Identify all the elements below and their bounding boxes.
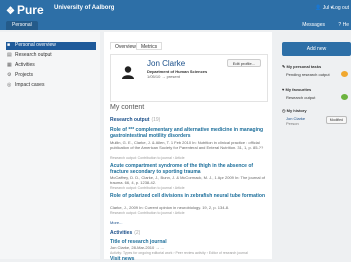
- research-output-meta: Mullin, G. E., Clarke, J. & Allen, T. 1 …: [110, 140, 264, 150]
- gear-icon: ⚙: [7, 72, 12, 78]
- profile-since: 1/05/10 → present: [147, 74, 180, 79]
- activity-status: Activity: Types for ongoing editorial wo…: [110, 251, 248, 255]
- research-output-status: Research output: Contribution to journal…: [110, 156, 185, 160]
- research-output-title[interactable]: Acute compartment syndrome of the thigh …: [110, 163, 270, 175]
- activity-title[interactable]: Visit news: [110, 256, 270, 262]
- sidebar-item-impact-cases[interactable]: ◎ Impact cases: [6, 82, 96, 90]
- favourites-heading: ♥ My favourites: [282, 87, 311, 92]
- sidebar: ■ Personal overview ▤ Research output ▦ …: [0, 32, 100, 259]
- sidebar-item-label: Research output: [15, 52, 52, 58]
- more-link[interactable]: More...: [110, 220, 122, 225]
- university-name: University of Aalborg: [54, 5, 115, 11]
- activities-heading[interactable]: Activities (2): [110, 230, 140, 236]
- profile-card: Jon Clarke Department of Human Sciences …: [110, 54, 268, 102]
- heart-icon: ♥: [282, 87, 285, 92]
- right-panel: Add new ✎ My personal tasks Pending rese…: [276, 32, 351, 259]
- document-icon: ▤: [7, 52, 12, 58]
- history-heading: ◷ My history: [282, 108, 307, 113]
- sidebar-item-label: Projects: [15, 72, 34, 78]
- logo-text: Pure: [16, 3, 44, 17]
- target-icon: ◎: [7, 82, 12, 88]
- calendar-icon: ▦: [7, 62, 12, 68]
- add-new-button[interactable]: Add new: [282, 42, 351, 56]
- sidebar-item-activities[interactable]: ▦ Activities: [6, 62, 96, 70]
- personal-tasks-label: My personal tasks: [286, 64, 322, 69]
- user-icon: 👤: [315, 5, 322, 11]
- clock-icon: ◷: [282, 108, 286, 113]
- profile-name[interactable]: Jon Clarke: [147, 59, 185, 68]
- status-badge: [341, 94, 348, 100]
- activity-meta: Jon Clarke, 28-Mar-2010 → ...: [110, 245, 164, 250]
- logout-link[interactable]: Log out: [332, 5, 349, 11]
- research-output-meta: McCaffrey, D. D., Clarke, J., Bunn, J. &…: [110, 175, 265, 185]
- section-title-label: Activities: [110, 230, 133, 236]
- sidebar-item-label: Impact cases: [15, 82, 45, 88]
- favourites-label: My favourites: [285, 87, 312, 92]
- my-content-heading: My content: [110, 104, 145, 111]
- tab-metrics[interactable]: Metrics: [136, 42, 163, 50]
- personal-tasks-heading: ✎ My personal tasks: [282, 64, 321, 69]
- pending-output-label: Pending research output: [286, 72, 330, 77]
- tasks-icon: ✎: [282, 64, 286, 69]
- research-output-title[interactable]: Role of *** complementary and alternativ…: [110, 127, 270, 139]
- sidebar-item-personal-overview[interactable]: ■ Personal overview: [6, 42, 96, 50]
- avatar-icon: [122, 66, 134, 79]
- sidebar-item-label: Personal overview: [15, 42, 56, 48]
- top-bar: ❖ Pure University of Aalborg 👤 Jul ▾ Log …: [0, 0, 351, 30]
- research-output-status: Research output: Contribution to journal…: [110, 211, 185, 215]
- history-item-type: Person: [286, 121, 299, 126]
- research-output-title[interactable]: Role of polarized cell divisions in zebr…: [110, 193, 270, 199]
- pending-output-item[interactable]: Pending research output: [286, 71, 348, 77]
- user-menu[interactable]: 👤 Jul ▾: [315, 5, 333, 11]
- sidebar-item-label: Activities: [15, 62, 35, 68]
- section-count: (19): [151, 117, 161, 123]
- research-output-heading[interactable]: Research output (19): [110, 117, 160, 123]
- home-icon: ■: [7, 42, 11, 48]
- help-icon: ?: [338, 22, 342, 28]
- history-label: My history: [286, 108, 307, 113]
- section-count: (2): [134, 230, 141, 236]
- help-label: He: [342, 22, 349, 28]
- pure-logo[interactable]: ❖ Pure: [6, 3, 44, 17]
- help-link[interactable]: ? He: [338, 22, 349, 28]
- sidebar-item-research-output[interactable]: ▤ Research output: [6, 52, 96, 60]
- research-output-meta: Clarke, J., 2009 In: Current opinion in …: [110, 205, 230, 210]
- favourite-label: Research output: [286, 95, 316, 100]
- main-content: Overview Metrics Jon Clarke Department o…: [104, 32, 272, 262]
- history-modified-button[interactable]: Modified: [325, 116, 347, 124]
- status-badge: [341, 71, 348, 77]
- pure-logo-icon: ❖: [6, 6, 15, 17]
- edit-profile-button[interactable]: Edit profile...: [226, 59, 261, 67]
- tab-personal[interactable]: Personal: [6, 21, 38, 30]
- research-output-status: Research output: Contribution to journal…: [110, 186, 185, 190]
- messages-link[interactable]: Messages: [302, 22, 325, 28]
- sidebar-item-projects[interactable]: ⚙ Projects: [6, 72, 96, 80]
- section-title-label: Research output: [110, 117, 150, 123]
- favourite-research-output[interactable]: Research output: [286, 94, 348, 100]
